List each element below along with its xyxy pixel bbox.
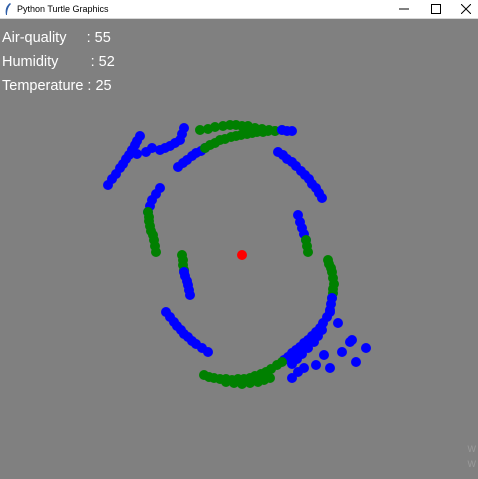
blue-dot — [325, 363, 335, 373]
air-quality-readout: Air-quality : 55 — [2, 30, 111, 46]
window-title: Python Turtle Graphics — [17, 4, 109, 14]
maximize-button[interactable] — [420, 0, 452, 18]
blue-dot — [287, 126, 297, 136]
humidity-readout: Humidity : 52 — [2, 54, 115, 70]
close-button[interactable] — [450, 0, 478, 18]
blue-dot — [361, 343, 371, 353]
window-titlebar: Python Turtle Graphics — [0, 0, 478, 19]
blue-dot — [319, 350, 329, 360]
close-icon — [461, 4, 471, 14]
maximize-icon — [431, 4, 441, 14]
blue-dot — [287, 373, 297, 383]
blue-dot — [317, 193, 327, 203]
blue-dot — [135, 131, 145, 141]
green-dot — [303, 247, 313, 257]
blue-dot — [347, 335, 357, 345]
green-dot — [199, 370, 209, 380]
blue-dot — [179, 123, 189, 133]
green-dot — [221, 377, 231, 387]
minimize-icon — [399, 8, 409, 10]
blue-dot — [185, 290, 195, 300]
minimize-button[interactable] — [388, 0, 420, 18]
temperature-readout: Temperature : 25 — [2, 78, 112, 94]
green-dot — [151, 247, 161, 257]
blue-dot — [333, 318, 343, 328]
watermark-mark: W — [467, 444, 477, 454]
blue-dot — [161, 307, 171, 317]
center-red-dot — [237, 250, 247, 260]
blue-dot — [351, 357, 361, 367]
watermark-mark: W — [467, 459, 477, 469]
blue-dot — [311, 360, 321, 370]
blue-dot — [337, 347, 347, 357]
blue-dot — [299, 363, 309, 373]
feather-icon — [5, 3, 11, 15]
turtle-canvas: Air-quality : 55 Humidity : 52 Temperatu… — [0, 19, 478, 479]
